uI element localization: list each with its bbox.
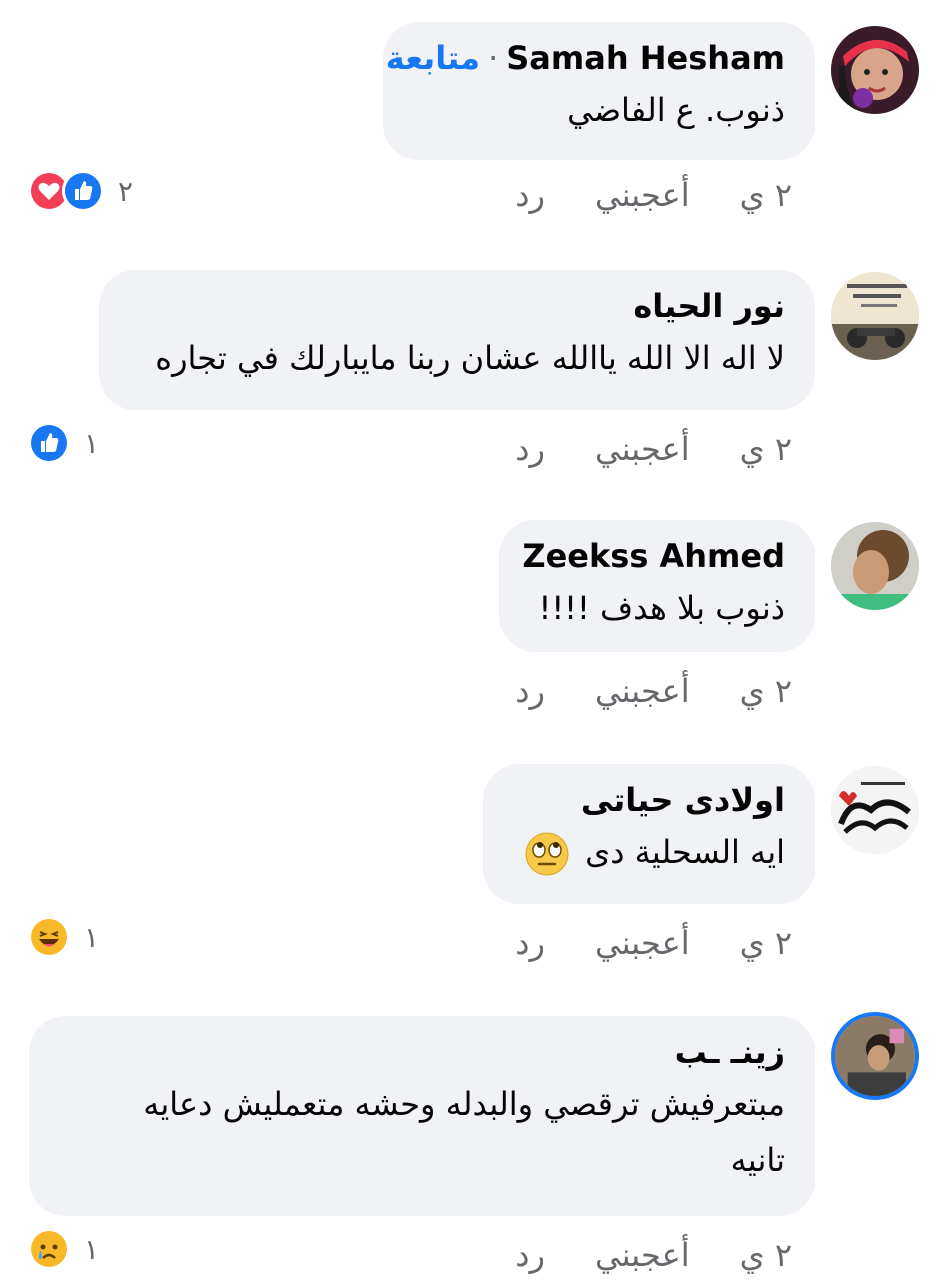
comment-text: لا اله الا الله ياالله عشان ربنا مايبارل…	[155, 339, 785, 377]
comment-author[interactable]: زينـ ـب	[59, 1032, 785, 1072]
reaction-count: ١	[84, 426, 100, 460]
comment-time[interactable]: ٢ ي	[740, 924, 792, 962]
sad-icon	[28, 1228, 70, 1270]
reply-action[interactable]: رد	[515, 176, 545, 214]
haha-icon	[28, 916, 70, 958]
comment-text-line-1: مبتعرفيش ترقصي والبدله وحشه متعمليش دعاي…	[143, 1085, 785, 1123]
comment-actions: ٢ ي أعجبني رد	[515, 924, 792, 962]
avatar-photo	[831, 522, 919, 610]
eye-roll-emoji-icon	[525, 832, 569, 876]
comment-text-row: ايه السحلية دى	[513, 824, 785, 880]
reaction-summary[interactable]: ٢	[28, 170, 133, 212]
comment-text: ذنوب بلا هدف !!!!	[538, 589, 785, 627]
reaction-summary[interactable]: ١	[28, 422, 99, 464]
reaction-summary[interactable]: ١	[28, 1228, 99, 1270]
like-action[interactable]: أعجبني	[595, 176, 690, 214]
like-action[interactable]: أعجبني	[595, 430, 690, 468]
avatar[interactable]	[831, 272, 919, 360]
comment-text-line-2: تانيه	[730, 1141, 785, 1179]
comment-text: ايه السحلية دى	[585, 833, 785, 871]
avatar-photo	[835, 1016, 915, 1096]
like-icon	[62, 170, 104, 212]
comment-author[interactable]: Zeekss Ahmed	[522, 536, 785, 576]
comment-time[interactable]: ٢ ي	[740, 672, 792, 710]
like-action[interactable]: أعجبني	[595, 672, 690, 710]
reaction-count: ٢	[118, 174, 134, 208]
reply-action[interactable]: رد	[515, 1236, 545, 1274]
comment-actions: ٢ ي أعجبني رد	[515, 672, 792, 710]
comment-bubble: Samah Hesham·متابعة ذنوب. ع الفاضي	[383, 22, 815, 160]
reaction-count: ١	[84, 920, 100, 954]
comment-actions: ٢ ي أعجبني رد	[515, 1236, 792, 1274]
comment-author-row: Samah Hesham·متابعة	[386, 38, 785, 78]
reply-action[interactable]: رد	[515, 672, 545, 710]
reaction-summary[interactable]: ١	[28, 916, 99, 958]
avatar-photo	[831, 766, 919, 854]
comment-text: ذنوب. ع الفاضي	[567, 91, 785, 129]
like-icon	[28, 422, 70, 464]
avatar[interactable]	[831, 26, 919, 114]
reply-action[interactable]: رد	[515, 924, 545, 962]
follow-link[interactable]: متابعة	[386, 39, 480, 77]
avatar-photo	[831, 272, 919, 360]
avatar[interactable]	[835, 1016, 915, 1096]
like-action[interactable]: أعجبني	[595, 1236, 690, 1274]
comment-actions: ٢ ي أعجبني رد	[515, 430, 792, 468]
avatar-photo	[831, 26, 919, 114]
comment-author[interactable]: نور الحياه	[129, 286, 785, 326]
comment-time[interactable]: ٢ ي	[740, 430, 792, 468]
comment-bubble: اولادى حياتى ايه السحلية دى	[483, 764, 815, 904]
comment-time[interactable]: ٢ ي	[740, 176, 792, 214]
comment-author[interactable]: اولادى حياتى	[513, 780, 785, 820]
reaction-count: ١	[84, 1232, 100, 1266]
avatar[interactable]	[831, 766, 919, 854]
separator-dot: ·	[488, 39, 499, 77]
comment-bubble: Zeekss Ahmed ذنوب بلا هدف !!!!	[499, 520, 815, 652]
comment-bubble: زينـ ـب مبتعرفيش ترقصي والبدله وحشه متعم…	[29, 1016, 815, 1216]
comment-author[interactable]: Samah Hesham	[506, 39, 785, 77]
comment-actions: ٢ ي أعجبني رد	[515, 176, 792, 214]
reply-action[interactable]: رد	[515, 430, 545, 468]
comment-bubble: نور الحياه لا اله الا الله ياالله عشان ر…	[99, 270, 815, 410]
avatar[interactable]	[831, 522, 919, 610]
comment-time[interactable]: ٢ ي	[740, 1236, 792, 1274]
like-action[interactable]: أعجبني	[595, 924, 690, 962]
